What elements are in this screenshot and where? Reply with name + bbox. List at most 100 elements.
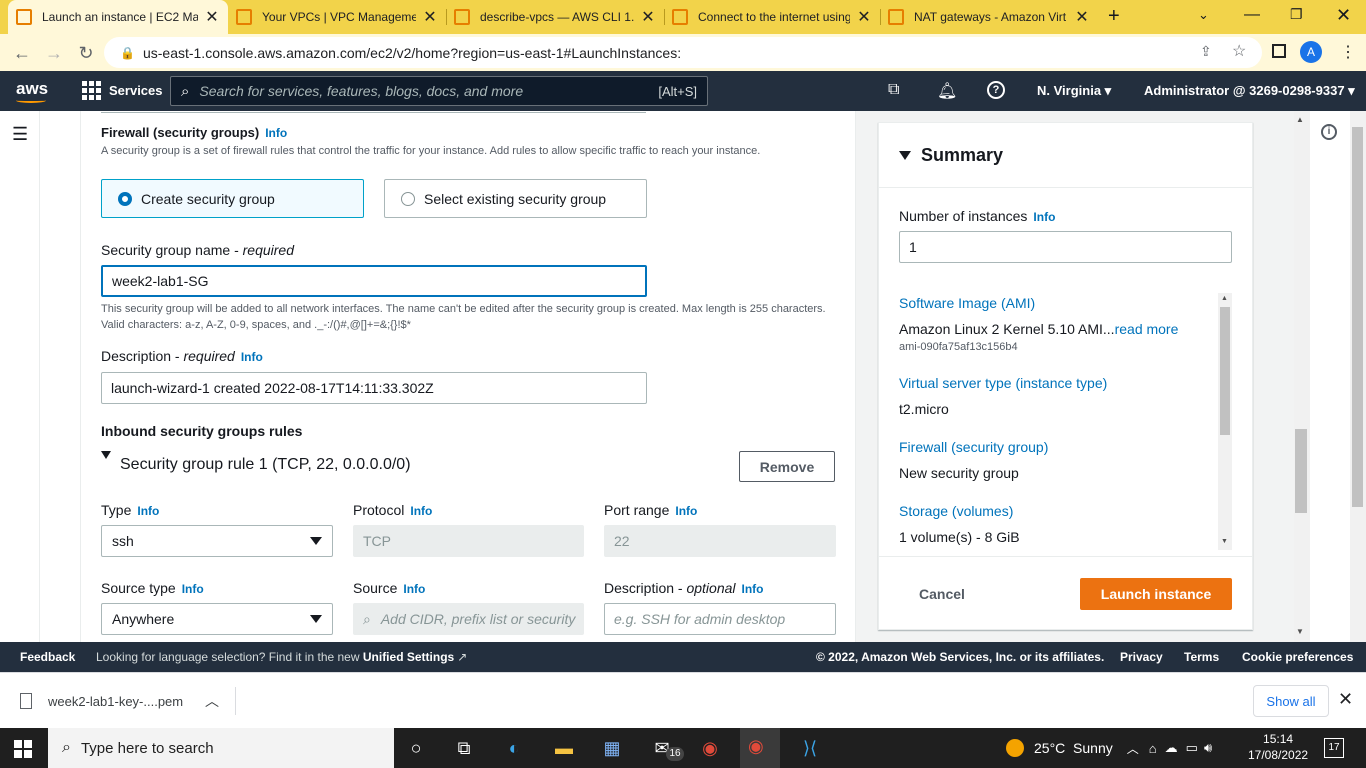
edge-icon[interactable]: ◐	[502, 736, 526, 760]
task-view-icon[interactable]: ⧉	[452, 736, 476, 760]
close-icon[interactable]: ✕	[204, 7, 220, 27]
summary-scrollbar[interactable]: ▲ ▼	[1218, 293, 1232, 550]
storage-link[interactable]: Storage (volumes)	[899, 503, 1013, 519]
info-panel-icon[interactable]: i	[1321, 124, 1337, 140]
ami-link[interactable]: Software Image (AMI)	[899, 295, 1035, 311]
account-menu[interactable]: Administrator @ 3269-0298-9337 ▾	[1144, 83, 1355, 99]
info-link[interactable]: Info	[410, 504, 432, 518]
battery-icon[interactable]: ▭	[1186, 740, 1198, 756]
source-type-select[interactable]: Anywhere	[101, 603, 333, 635]
read-more-link[interactable]: read more	[1115, 321, 1179, 337]
description-input[interactable]: launch-wizard-1 created 2022-08-17T14:11…	[101, 372, 647, 404]
scroll-up-icon[interactable]: ▲	[1296, 115, 1304, 124]
info-link[interactable]: Info	[403, 582, 425, 596]
feedback-link[interactable]: Feedback	[20, 650, 75, 664]
scrollbar-thumb[interactable]	[1295, 429, 1307, 513]
menu-hamburger-icon[interactable]: ☰	[12, 124, 28, 145]
chrome-icon[interactable]: ◉	[698, 736, 722, 760]
window-close-icon[interactable]: ✕	[1336, 5, 1351, 26]
select-existing-security-group-option[interactable]: Select existing security group	[384, 179, 647, 218]
bookmark-star-icon[interactable]: ☆	[1232, 41, 1246, 61]
cookie-preferences-link[interactable]: Cookie preferences	[1242, 650, 1353, 664]
create-security-group-option[interactable]: Create security group	[101, 179, 364, 218]
info-link[interactable]: Info	[1033, 210, 1055, 224]
browser-tab-connect-internet[interactable]: Connect to the internet using ✕	[664, 0, 880, 34]
info-link[interactable]: Info	[241, 350, 263, 364]
console-search-input[interactable]: ⌕ Search for services, features, blogs, …	[170, 76, 708, 106]
store-icon[interactable]: ▦	[600, 736, 624, 760]
reload-icon[interactable]: ↻	[74, 42, 98, 64]
remove-rule-button[interactable]: Remove	[739, 451, 835, 482]
window-scrollbar[interactable]	[1350, 111, 1366, 642]
close-icon[interactable]: ✕	[1074, 7, 1090, 27]
privacy-link[interactable]: Privacy	[1120, 650, 1163, 664]
close-download-bar-icon[interactable]: ✕	[1338, 689, 1353, 710]
scrollbar-thumb[interactable]	[1220, 307, 1230, 435]
info-link[interactable]: Info	[675, 504, 697, 518]
cortana-icon[interactable]: ○	[404, 736, 428, 760]
network-icon[interactable]: ⌂	[1149, 741, 1157, 756]
browser-tab-vpcs[interactable]: Your VPCs | VPC Managemer ✕	[228, 0, 446, 34]
address-bar[interactable]: 🔒 us-east-1.console.aws.amazon.com/ec2/v…	[104, 37, 1262, 68]
back-icon[interactable]: ←	[10, 42, 34, 64]
scroll-up-icon[interactable]: ▲	[1221, 295, 1228, 302]
clock[interactable]: 15:14 17/08/2022	[1248, 731, 1308, 763]
browser-tab-nat-gateways[interactable]: NAT gateways - Amazon Virt ✕	[880, 0, 1098, 34]
chevron-up-icon[interactable]: ︿	[205, 691, 219, 711]
summary-header[interactable]: Summary	[879, 123, 1252, 188]
browser-tab-describe-vpcs[interactable]: describe-vpcs — AWS CLI 1.2 ✕	[446, 0, 664, 34]
new-tab-icon[interactable]: +	[1108, 5, 1120, 28]
download-item[interactable]: week2-lab1-key-....pem ︿	[20, 687, 236, 715]
sg-name-input[interactable]: week2-lab1-SG	[101, 265, 647, 297]
type-select[interactable]: ssh	[101, 525, 333, 557]
scroll-down-icon[interactable]: ▼	[1296, 627, 1304, 636]
page-scrollbar[interactable]: ▲ ▼	[1294, 111, 1310, 642]
services-menu-button[interactable]: Services	[82, 81, 163, 100]
windows-start-icon[interactable]	[14, 740, 32, 758]
close-icon[interactable]: ✕	[856, 7, 872, 27]
region-selector[interactable]: N. Virginia ▾	[1037, 83, 1111, 99]
sidebar-toggle-icon[interactable]	[1272, 44, 1286, 58]
show-all-button[interactable]: Show all	[1253, 685, 1329, 717]
cancel-button[interactable]: Cancel	[899, 578, 985, 610]
rule-title[interactable]: Security group rule 1 (TCP, 22, 0.0.0.0/…	[120, 456, 411, 474]
chrome-profile-taskbar-button[interactable]: ◉	[740, 728, 780, 768]
firewall-link[interactable]: Firewall (security group)	[899, 439, 1048, 455]
file-explorer-icon[interactable]: ▬	[552, 736, 576, 760]
vscode-icon[interactable]: ⟩⟨	[798, 736, 822, 760]
cloud-icon[interactable]: ☁	[1165, 740, 1178, 756]
info-link[interactable]: Info	[137, 504, 159, 518]
scroll-down-icon[interactable]: ▼	[1221, 538, 1228, 545]
launch-instance-button[interactable]: Launch instance	[1080, 578, 1232, 610]
taskbar-search-box[interactable]: ⌕ Type here to search	[48, 728, 394, 768]
source-cidr-input[interactable]: ⌕ Add CIDR, prefix list or security	[353, 603, 584, 635]
help-icon[interactable]: ?	[987, 81, 1005, 99]
info-link[interactable]: Info	[182, 582, 204, 596]
tab-search-chevron-icon[interactable]: ⌄	[1198, 7, 1209, 23]
cloudshell-icon[interactable]: ⧉	[888, 81, 899, 99]
aws-logo[interactable]: aws	[16, 79, 48, 103]
notifications-bell-icon[interactable]: 🔔︎	[937, 81, 957, 101]
share-icon[interactable]: ⇪	[1200, 43, 1212, 60]
unified-settings-link[interactable]: Unified Settings	[363, 650, 454, 664]
profile-avatar[interactable]: A	[1300, 41, 1322, 63]
volume-icon[interactable]: 🔊︎	[1204, 740, 1212, 756]
notification-center-icon[interactable]: 17	[1324, 738, 1344, 758]
minimize-icon[interactable]: —	[1244, 6, 1260, 24]
tray-chevron-icon[interactable]: ︿	[1127, 740, 1139, 757]
browser-menu-icon[interactable]: ⋮	[1340, 42, 1356, 62]
rule-description-input[interactable]: e.g. SSH for admin desktop	[604, 603, 836, 635]
forward-icon[interactable]: →	[42, 42, 66, 64]
instance-type-link[interactable]: Virtual server type (instance type)	[899, 375, 1107, 391]
terms-link[interactable]: Terms	[1184, 650, 1219, 664]
info-link[interactable]: Info	[742, 582, 764, 596]
num-instances-input[interactable]: 1	[899, 231, 1232, 263]
close-icon[interactable]: ✕	[422, 7, 438, 27]
close-icon[interactable]: ✕	[640, 7, 656, 27]
collapse-caret-icon[interactable]	[101, 451, 111, 459]
scrollbar-thumb[interactable]	[1352, 127, 1363, 507]
info-link[interactable]: Info	[265, 126, 287, 140]
browser-tab-ec2[interactable]: Launch an instance | EC2 Ma ✕	[8, 0, 228, 34]
restore-icon[interactable]: ❐	[1290, 6, 1303, 23]
weather-text[interactable]: 25°C Sunny	[1034, 740, 1113, 756]
